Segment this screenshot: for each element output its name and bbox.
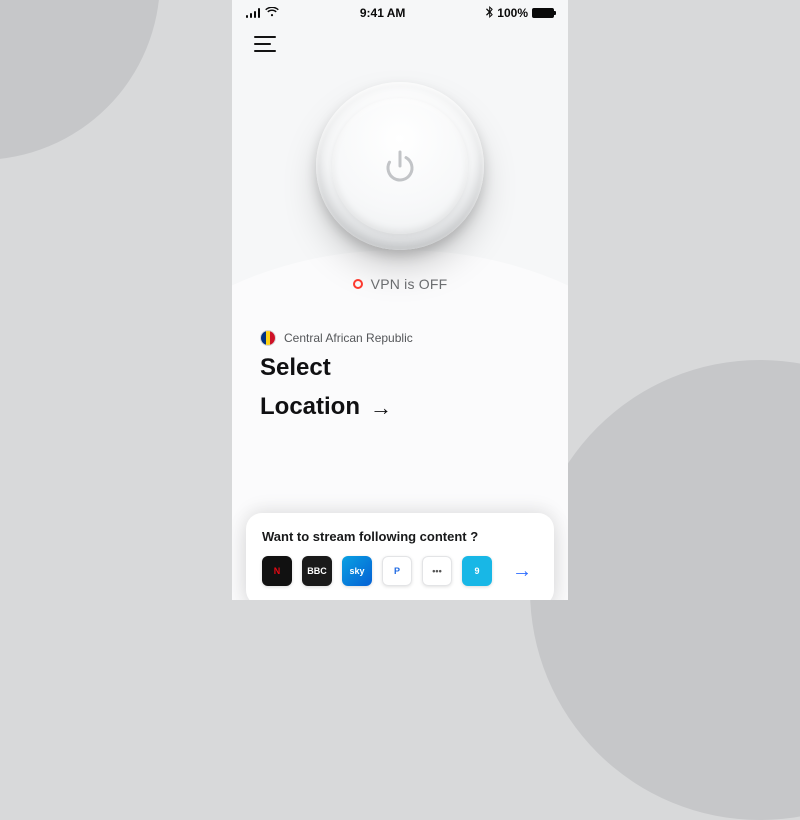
- wifi-icon: [265, 6, 279, 20]
- service-sky[interactable]: sky: [342, 556, 372, 586]
- vpn-status: VPN is OFF: [232, 276, 568, 292]
- battery-percent: 100%: [497, 6, 528, 20]
- service-generic[interactable]: •••: [422, 556, 452, 586]
- service-pandora[interactable]: P: [382, 556, 412, 586]
- decorative-blob: [0, 0, 160, 160]
- status-time: 9:41 AM: [360, 6, 406, 20]
- power-icon: [377, 143, 423, 189]
- hamburger-icon: [254, 36, 276, 38]
- decorative-blob: [530, 360, 800, 820]
- status-bar: 9:41 AM 100%: [232, 0, 568, 22]
- streaming-card: Want to stream following content ? N BBC s…: [246, 513, 554, 600]
- arrow-right-icon: →: [512, 560, 532, 582]
- menu-button[interactable]: [254, 36, 276, 52]
- phone-frame: 9:41 AM 100% VPN is OFF: [232, 0, 568, 600]
- bluetooth-icon: [486, 6, 493, 21]
- vpn-status-text: VPN is OFF: [371, 276, 448, 292]
- streaming-prompt: Want to stream following content ?: [262, 529, 538, 544]
- service-bbc-iplayer[interactable]: BBC: [302, 556, 332, 586]
- cell-signal-icon: [246, 8, 261, 18]
- flag-icon: [260, 330, 276, 346]
- vpn-power-button[interactable]: [316, 82, 484, 250]
- select-location-label: Select: [260, 354, 460, 383]
- arrow-right-icon: →: [370, 395, 392, 421]
- select-location-button[interactable]: Select Location →: [260, 354, 460, 422]
- service-netflix[interactable]: N: [262, 556, 292, 586]
- service-9now[interactable]: 9: [462, 556, 492, 586]
- current-location: Central African Republic: [260, 330, 568, 346]
- status-indicator-icon: [353, 279, 363, 289]
- select-location-label-2: Location: [260, 393, 360, 422]
- streaming-more-button[interactable]: →: [506, 557, 538, 585]
- current-location-label: Central African Republic: [284, 331, 413, 345]
- battery-icon: [532, 8, 554, 18]
